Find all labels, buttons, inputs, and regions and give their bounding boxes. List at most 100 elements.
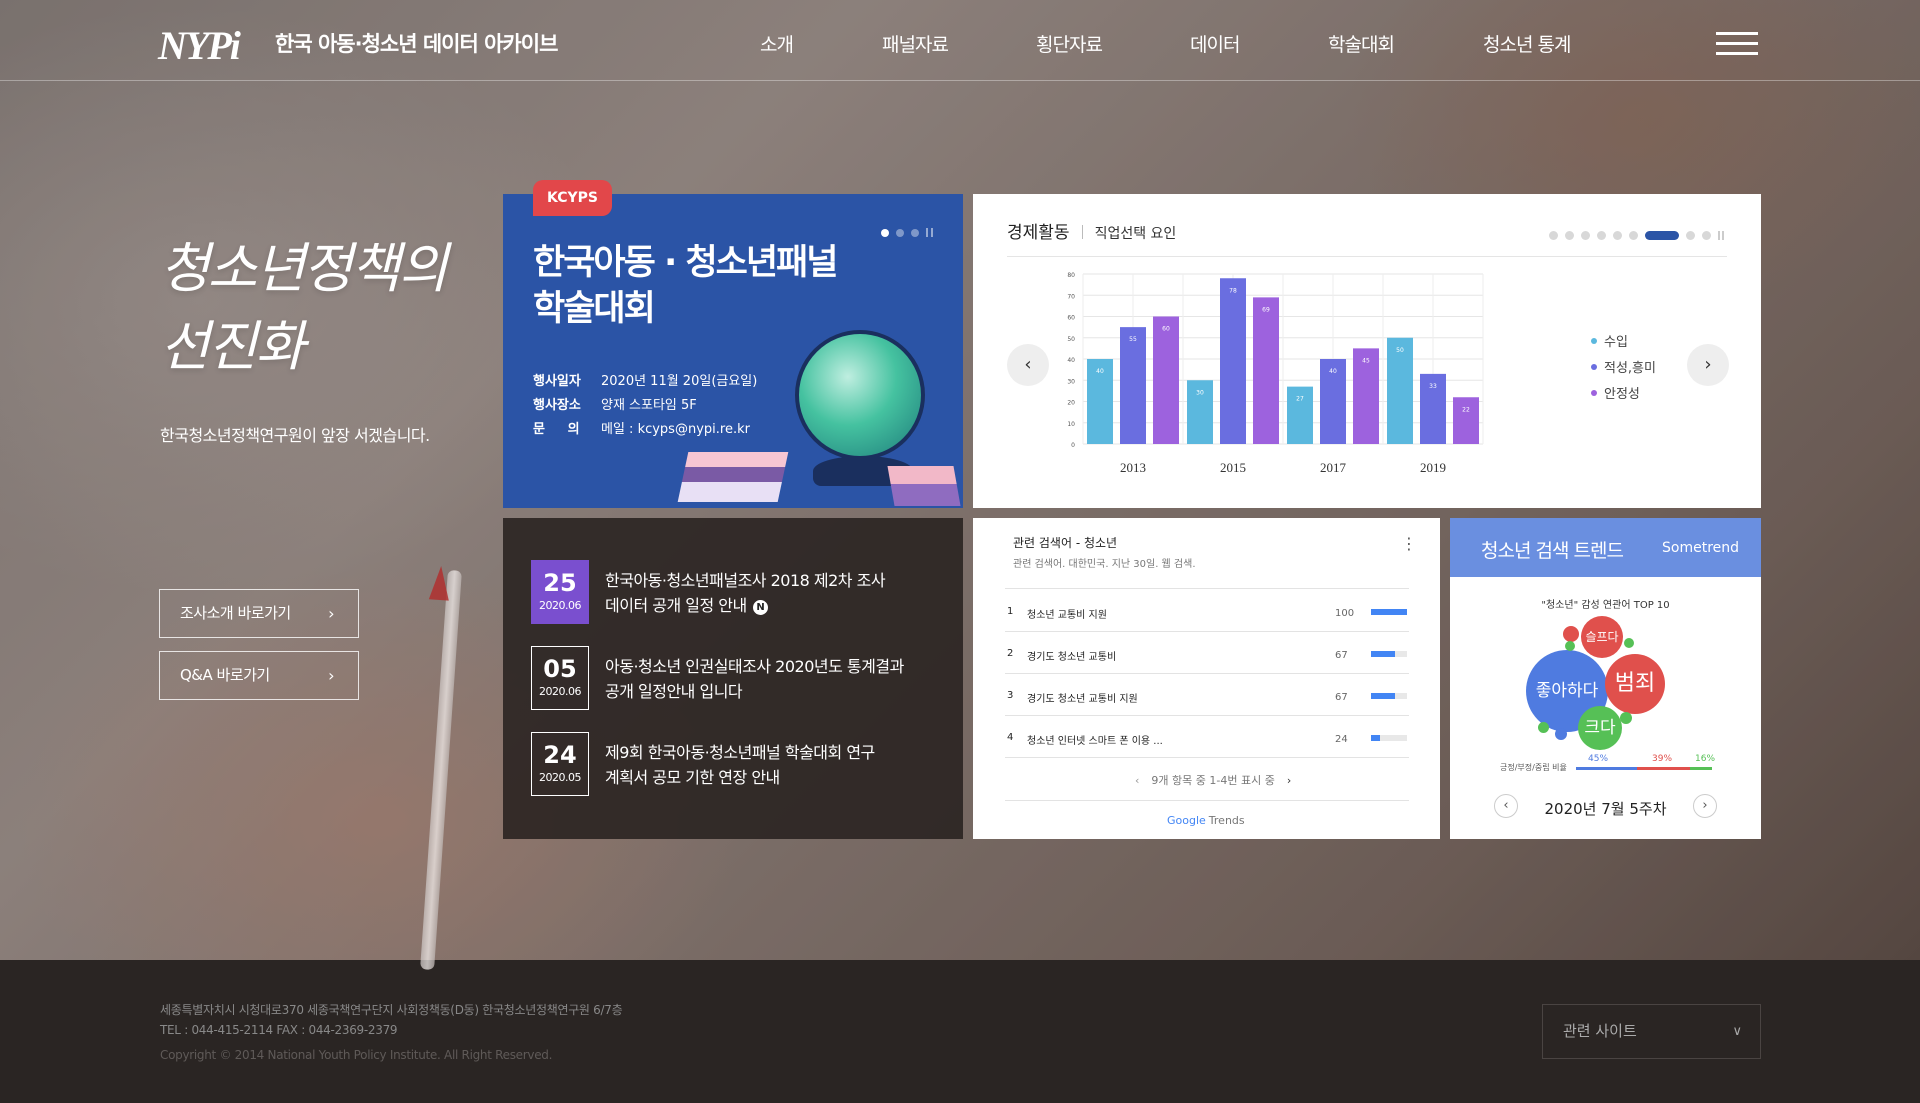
- pause-icon[interactable]: [1718, 231, 1724, 240]
- trend-bar: [1371, 609, 1407, 615]
- slogan: 청소년정책의 선진화: [160, 230, 448, 386]
- google-trends-logo[interactable]: Google Trends: [1167, 814, 1245, 827]
- related-sites-select[interactable]: 관련 사이트 ∨: [1542, 1004, 1761, 1059]
- chevron-right-icon[interactable]: ›: [1287, 774, 1291, 787]
- pause-icon[interactable]: [926, 228, 933, 237]
- google-trends-panel: 관련 검색어 - 청소년 관련 검색어. 대한민국. 지난 30일. 웹 검색.…: [973, 518, 1440, 839]
- trend-term[interactable]: 경기도 청소년 교통비: [1027, 648, 1116, 663]
- bar-value-label: 69: [1262, 306, 1270, 313]
- bar-value-label: 40: [1096, 368, 1104, 375]
- notice-title[interactable]: 한국아동·청소년패널조사 2018 제2차 조사 데이터 공개 일정 안내 N: [605, 568, 925, 618]
- bar-value-label: 30: [1196, 389, 1204, 396]
- y-tick-label: 30: [1067, 378, 1075, 385]
- new-badge-icon: N: [752, 600, 768, 615]
- info-value: 메일 : kcyps@nypi.re.kr: [601, 422, 750, 437]
- trend-term[interactable]: 경기도 청소년 교통비 지원: [1027, 690, 1138, 705]
- survey-intro-button[interactable]: 조사소개 바로가기 ›: [159, 589, 359, 638]
- hamburger-menu-icon[interactable]: [1716, 32, 1758, 56]
- pagination-dot[interactable]: [1565, 231, 1574, 240]
- info-key: 행사장소: [533, 398, 581, 413]
- pagination-dot[interactable]: [911, 229, 919, 237]
- bar-value-label: 45: [1362, 357, 1370, 364]
- kcyps-banner[interactable]: KCYPS 한국아동 · 청소년패널 학술대회 행사일자 2020년 11월 20…: [503, 180, 963, 508]
- pagination-dot[interactable]: [896, 229, 904, 237]
- notice-panel: 25 2020.06 한국아동·청소년패널조사 2018 제2차 조사 데이터 공개…: [503, 518, 963, 839]
- trends-logo-text: Trends: [1208, 814, 1245, 827]
- bubble-small[interactable]: [1538, 722, 1549, 733]
- y-tick-label: 40: [1067, 357, 1075, 364]
- y-tick-label: 80: [1067, 272, 1075, 279]
- pagination-dot[interactable]: [1597, 231, 1606, 240]
- trend-bar-track: [1371, 651, 1407, 657]
- chevron-left-icon[interactable]: ‹: [1135, 774, 1139, 787]
- nav-item-data[interactable]: 데이터: [1190, 30, 1240, 57]
- trend-row[interactable]: 2 경기도 청소년 교통비 67: [1005, 632, 1409, 674]
- info-key: 문 의: [533, 422, 580, 437]
- nypi-logo[interactable]: NYPi: [158, 22, 241, 69]
- bubble-small[interactable]: [1555, 728, 1567, 740]
- nav-item-youth-stats[interactable]: 청소년 통계: [1483, 30, 1571, 57]
- notice-title[interactable]: 아동·청소년 인권실태조사 2020년도 통계결과공개 일정안내 입니다: [605, 654, 925, 704]
- bubble-sad[interactable]: 슬프다: [1581, 616, 1623, 658]
- pagination-dot-active[interactable]: [1645, 231, 1679, 240]
- bubble-big[interactable]: 크다: [1578, 706, 1622, 750]
- date-ym: 2020.05: [539, 771, 582, 784]
- bar: [1253, 297, 1279, 444]
- trend-term[interactable]: 청소년 인터넷 스마트 폰 이용 ...: [1027, 732, 1163, 747]
- bubble-small[interactable]: [1563, 626, 1579, 642]
- globe-illustration: [795, 330, 925, 460]
- books-illustration: [887, 466, 961, 506]
- trend-term[interactable]: 청소년 교통비 지원: [1027, 606, 1107, 621]
- trend-value: 24: [1335, 734, 1348, 745]
- notice-line-1: 아동·청소년 인권실태조사 2020년도 통계결과: [605, 657, 904, 676]
- nav-item-conference[interactable]: 학술대회: [1328, 30, 1395, 57]
- pagination-dot[interactable]: [1702, 231, 1711, 240]
- y-tick-label: 60: [1067, 315, 1075, 322]
- chevron-right-icon[interactable]: ›: [1687, 344, 1729, 386]
- bubble-crime[interactable]: 범죄: [1605, 654, 1665, 714]
- trends-pager: ‹ 9개 항목 중 1-4번 표시 중 ›: [1123, 772, 1303, 788]
- bar: [1453, 397, 1479, 444]
- sentiment-bar: [1576, 767, 1712, 770]
- address-text: 세종특별자치시 시청대로370 세종국책연구단지 사회정책동(D동) 한국청소년…: [160, 1003, 623, 1017]
- more-options-icon[interactable]: ⋮: [1401, 534, 1417, 553]
- pagination-dot[interactable]: [1581, 231, 1590, 240]
- trends-subtitle: 관련 검색어. 대한민국. 지난 30일. 웹 검색.: [1013, 559, 1196, 570]
- site-title[interactable]: 한국 아동·청소년 데이터 아카이브: [275, 28, 558, 58]
- pagination-dot[interactable]: [881, 229, 889, 237]
- bubble-small[interactable]: [1624, 638, 1634, 648]
- date-ym: 2020.06: [539, 685, 582, 698]
- trend-bar: [1371, 693, 1396, 699]
- y-tick-label: 0: [1071, 442, 1075, 449]
- nav-item-panel-data[interactable]: 패널자료: [882, 30, 949, 57]
- notice-title[interactable]: 제9회 한국아동·청소년패널 학술대회 연구 계획서 공모 기한 연장 안내: [605, 740, 925, 790]
- chart-pagination[interactable]: [1549, 225, 1731, 244]
- trend-rank: 1: [1007, 606, 1014, 617]
- bubble-small[interactable]: [1620, 712, 1632, 724]
- pagination-dot[interactable]: [1629, 231, 1638, 240]
- qna-button[interactable]: Q&A 바로가기 ›: [159, 651, 359, 700]
- books-illustration: [677, 452, 789, 502]
- trend-row[interactable]: 3 경기도 청소년 교통비 지원 67: [1005, 674, 1409, 716]
- sometrend-brand[interactable]: Sometrend: [1662, 540, 1739, 556]
- nav-item-intro[interactable]: 소개: [760, 30, 794, 57]
- chevron-right-icon[interactable]: ›: [1693, 794, 1717, 818]
- pen-tip-illustration: [428, 565, 452, 601]
- economy-subtitle: 직업선택 요인: [1094, 226, 1177, 242]
- nav-item-cross-data[interactable]: 횡단자료: [1036, 30, 1103, 57]
- notice-line-2: 계획서 공모 기한 연장 안내: [605, 768, 780, 787]
- pagination-dot[interactable]: [1549, 231, 1558, 240]
- date-ym: 2020.06: [539, 599, 582, 612]
- notice-line-2: 공개 일정안내 입니다: [605, 682, 743, 701]
- pagination-dot[interactable]: [1686, 231, 1695, 240]
- banner-pagination[interactable]: [881, 222, 940, 241]
- trend-row[interactable]: 1 청소년 교통비 지원 100: [1005, 590, 1409, 632]
- pagination-dot[interactable]: [1613, 231, 1622, 240]
- info-value: 양재 스포타임 5F: [601, 398, 697, 413]
- site-header: NYPi 한국 아동·청소년 데이터 아카이브 소개 패널자료 횡단자료 데이터…: [0, 0, 1920, 81]
- bar-value-label: 22: [1462, 406, 1470, 413]
- trend-row[interactable]: 4 청소년 인터넷 스마트 폰 이용 ... 24: [1005, 716, 1409, 758]
- legend-item: 적성,흥미: [1591, 356, 1656, 382]
- bar-value-label: 33: [1429, 383, 1437, 390]
- bubble-small[interactable]: [1565, 641, 1575, 651]
